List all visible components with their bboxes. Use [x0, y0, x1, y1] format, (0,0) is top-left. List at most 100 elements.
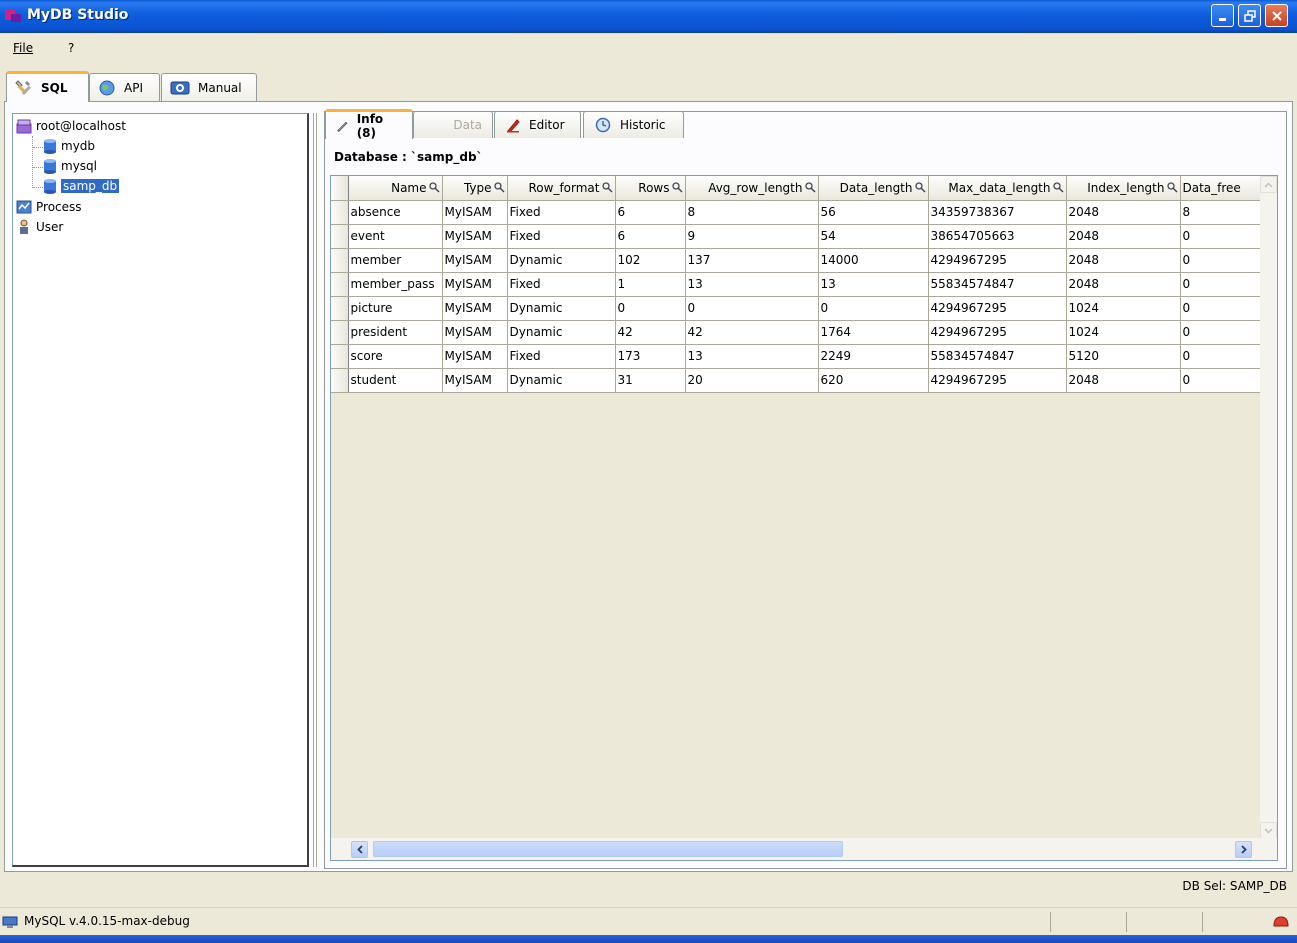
- magnifier-icon[interactable]: [1052, 182, 1064, 193]
- table-row[interactable]: student MyISAM Dynamic 31 20 620 4294967295 204…: [331, 368, 1261, 393]
- table-cell[interactable]: 137: [685, 248, 819, 273]
- table-cell[interactable]: Fixed: [507, 272, 616, 297]
- table-cell[interactable]: 1024: [1066, 320, 1181, 345]
- row-header[interactable]: [331, 320, 349, 345]
- table-cell[interactable]: 56: [818, 200, 929, 225]
- table-cell[interactable]: member: [348, 248, 443, 273]
- disconnect-icon[interactable]: [1272, 914, 1290, 930]
- tab-data[interactable]: Data: [413, 111, 493, 138]
- table-cell[interactable]: 0: [1180, 248, 1261, 273]
- table-cell[interactable]: Fixed: [507, 224, 616, 249]
- table-cell[interactable]: 2048: [1066, 200, 1181, 225]
- table-cell[interactable]: student: [348, 368, 443, 393]
- vertical-scrollbar[interactable]: [1260, 176, 1277, 839]
- row-header[interactable]: [331, 344, 349, 369]
- table-cell[interactable]: 4294967295: [928, 368, 1067, 393]
- row-header[interactable]: [331, 296, 349, 321]
- table-cell[interactable]: 5120: [1066, 344, 1181, 369]
- column-header-row-format[interactable]: Row_format: [507, 176, 616, 201]
- table-cell[interactable]: 4294967295: [928, 248, 1067, 273]
- tab-sql[interactable]: SQL: [6, 71, 89, 102]
- horizontal-scroll-thumb[interactable]: [373, 841, 843, 857]
- table-cell[interactable]: Fixed: [507, 200, 616, 225]
- magnifier-icon[interactable]: [804, 182, 816, 193]
- horizontal-scrollbar[interactable]: [331, 838, 1277, 860]
- table-cell[interactable]: 0: [685, 296, 819, 321]
- scroll-down-button[interactable]: [1260, 822, 1277, 839]
- table-cell[interactable]: 0: [1180, 368, 1261, 393]
- table-cell[interactable]: MyISAM: [442, 224, 508, 249]
- table-row[interactable]: member_pass MyISAM Fixed 1 13 13 55834574847 20…: [331, 272, 1261, 297]
- table-cell[interactable]: picture: [348, 296, 443, 321]
- table-cell[interactable]: 1764: [818, 320, 929, 345]
- column-header-index-length[interactable]: Index_length: [1066, 176, 1181, 201]
- table-row[interactable]: absence MyISAM Fixed 6 8 56 34359738367 2048 8: [331, 200, 1261, 225]
- table-cell[interactable]: 34359738367: [928, 200, 1067, 225]
- table-row[interactable]: president MyISAM Dynamic 42 42 1764 4294967295…: [331, 320, 1261, 345]
- scroll-right-button[interactable]: [1235, 841, 1252, 858]
- magnifier-icon[interactable]: [428, 182, 440, 193]
- table-cell[interactable]: Dynamic: [507, 320, 616, 345]
- table-cell[interactable]: 102: [615, 248, 686, 273]
- table-cell[interactable]: 2048: [1066, 368, 1181, 393]
- table-cell[interactable]: absence: [348, 200, 443, 225]
- column-header-type[interactable]: Type: [442, 176, 508, 201]
- close-button[interactable]: [1265, 4, 1288, 27]
- table-cell[interactable]: score: [348, 344, 443, 369]
- tree-node-process[interactable]: Process: [16, 198, 82, 216]
- table-row[interactable]: event MyISAM Fixed 6 9 54 38654705663 2048 0: [331, 224, 1261, 249]
- table-cell[interactable]: event: [348, 224, 443, 249]
- table-cell[interactable]: MyISAM: [442, 344, 508, 369]
- table-cell[interactable]: 2249: [818, 344, 929, 369]
- table-cell[interactable]: 0: [615, 296, 686, 321]
- row-header[interactable]: [331, 224, 349, 249]
- table-cell[interactable]: president: [348, 320, 443, 345]
- column-header-avg-row-length[interactable]: Avg_row_length: [685, 176, 819, 201]
- magnifier-icon[interactable]: [493, 182, 505, 193]
- tab-editor[interactable]: Editor: [494, 111, 581, 138]
- table-cell[interactable]: 13: [685, 344, 819, 369]
- table-cell[interactable]: 6: [615, 200, 686, 225]
- table-cell[interactable]: 1024: [1066, 296, 1181, 321]
- tab-info[interactable]: Info (8): [325, 109, 413, 140]
- table-cell[interactable]: 2048: [1066, 224, 1181, 249]
- table-cell[interactable]: 8: [1180, 200, 1261, 225]
- column-header-data-free[interactable]: Data_free: [1180, 176, 1261, 201]
- magnifier-icon[interactable]: [1166, 182, 1178, 193]
- column-header-data-length[interactable]: Data_length: [818, 176, 929, 201]
- table-cell[interactable]: MyISAM: [442, 248, 508, 273]
- row-header[interactable]: [331, 200, 349, 225]
- magnifier-icon[interactable]: [914, 182, 926, 193]
- tree-node-mydb[interactable]: mydb: [43, 137, 95, 155]
- tree-node-mysql[interactable]: mysql: [43, 157, 97, 175]
- table-cell[interactable]: 2048: [1066, 272, 1181, 297]
- tab-api[interactable]: API: [89, 73, 160, 101]
- table-cell[interactable]: Dynamic: [507, 296, 616, 321]
- table-cell[interactable]: 42: [685, 320, 819, 345]
- column-header-name[interactable]: Name: [348, 176, 443, 201]
- table-cell[interactable]: 55834574847: [928, 344, 1067, 369]
- table-cell[interactable]: 55834574847: [928, 272, 1067, 297]
- table-cell[interactable]: MyISAM: [442, 320, 508, 345]
- table-row[interactable]: member MyISAM Dynamic 102 137 14000 4294967295…: [331, 248, 1261, 273]
- table-cell[interactable]: 4294967295: [928, 296, 1067, 321]
- tree-node-user[interactable]: User: [16, 218, 63, 236]
- scroll-left-button[interactable]: [351, 841, 368, 858]
- table-cell[interactable]: 13: [818, 272, 929, 297]
- table-cell[interactable]: Dynamic: [507, 248, 616, 273]
- table-cell[interactable]: 54: [818, 224, 929, 249]
- column-header-max-data-length[interactable]: Max_data_length: [928, 176, 1067, 201]
- table-cell[interactable]: 31: [615, 368, 686, 393]
- table-cell[interactable]: MyISAM: [442, 296, 508, 321]
- table-cell[interactable]: 8: [685, 200, 819, 225]
- table-cell[interactable]: 0: [818, 296, 929, 321]
- tree-node-samp-db[interactable]: samp_db: [43, 177, 120, 195]
- table-cell[interactable]: 620: [818, 368, 929, 393]
- table-cell[interactable]: MyISAM: [442, 272, 508, 297]
- table-cell[interactable]: 173: [615, 344, 686, 369]
- tree-node-server[interactable]: root@localhost: [16, 117, 126, 135]
- table-cell[interactable]: 0: [1180, 320, 1261, 345]
- scroll-up-button[interactable]: [1260, 176, 1277, 193]
- table-row[interactable]: score MyISAM Fixed 173 13 2249 55834574847 5120…: [331, 344, 1261, 369]
- table-cell[interactable]: 0: [1180, 224, 1261, 249]
